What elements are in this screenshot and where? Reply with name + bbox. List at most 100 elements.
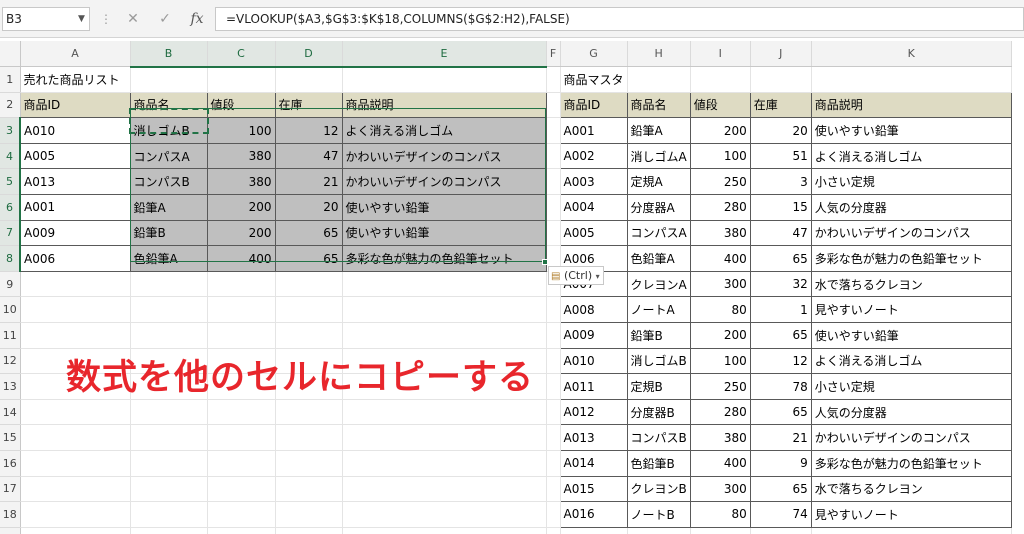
master-cell[interactable]: 鉛筆A <box>626 117 691 144</box>
column-header-i[interactable]: I <box>690 41 751 68</box>
cell[interactable] <box>207 399 276 426</box>
sold-list-cell[interactable]: A013 <box>19 168 131 196</box>
row-header-9[interactable]: 9 <box>0 271 21 298</box>
master-cell[interactable]: かわいいデザインのコンパス <box>810 219 1012 247</box>
cell[interactable] <box>130 296 208 324</box>
master-header-cell[interactable]: 商品ID <box>559 91 628 119</box>
cell-f[interactable] <box>546 194 561 221</box>
cell[interactable] <box>342 296 547 324</box>
column-header-j[interactable]: J <box>750 41 812 68</box>
cell[interactable] <box>342 66 547 93</box>
master-cell[interactable]: クレヨンA <box>626 270 691 298</box>
master-cell[interactable]: 使いやすい鉛筆 <box>810 117 1012 144</box>
master-cell[interactable]: かわいいデザインのコンパス <box>810 424 1012 451</box>
master-cell[interactable]: よく消える消しゴム <box>810 142 1012 170</box>
cell[interactable] <box>275 450 343 477</box>
master-cell[interactable]: A001 <box>559 117 628 144</box>
master-cell[interactable]: 色鉛筆B <box>626 450 691 477</box>
cell[interactable] <box>627 66 691 93</box>
fill-handle[interactable] <box>542 259 548 265</box>
cell[interactable] <box>811 66 1012 93</box>
enter-icon[interactable]: ✓ <box>156 8 174 30</box>
cell[interactable] <box>750 527 812 534</box>
master-header-cell[interactable]: 商品名 <box>626 91 691 119</box>
master-cell[interactable]: 100 <box>689 347 751 375</box>
master-cell[interactable]: 多彩な色が魅力の色鉛筆セット <box>810 245 1012 272</box>
column-header-k[interactable]: K <box>811 41 1012 68</box>
column-header-c[interactable]: C <box>207 41 276 68</box>
master-cell[interactable]: 250 <box>689 373 751 400</box>
cell[interactable] <box>207 66 276 93</box>
column-header-d[interactable]: D <box>275 41 343 68</box>
cell[interactable] <box>207 424 276 451</box>
row-header-3[interactable]: 3 <box>0 117 21 144</box>
cell[interactable] <box>342 271 547 298</box>
sold-list-header-cell[interactable]: 商品名 <box>129 91 208 119</box>
master-cell[interactable]: 15 <box>749 194 812 221</box>
cell[interactable] <box>275 399 343 426</box>
sold-list-cell[interactable]: コンパスA <box>129 142 208 170</box>
cell[interactable] <box>20 527 131 534</box>
master-cell[interactable]: A016 <box>559 501 628 528</box>
master-cell[interactable]: A010 <box>559 347 628 375</box>
cell-f[interactable] <box>546 424 561 451</box>
sold-list-cell[interactable]: 380 <box>206 168 276 196</box>
row-header-2[interactable]: 2 <box>0 92 21 119</box>
master-cell[interactable]: ノートA <box>626 296 691 324</box>
cell[interactable] <box>207 322 276 349</box>
cell[interactable] <box>342 424 547 451</box>
column-header-e[interactable]: E <box>342 41 547 68</box>
sold-list-cell[interactable]: A009 <box>19 219 131 247</box>
master-cell[interactable]: 80 <box>689 296 751 324</box>
select-all-corner[interactable] <box>0 41 21 68</box>
master-cell[interactable]: 400 <box>689 450 751 477</box>
master-cell[interactable]: 人気の分度器 <box>810 194 1012 221</box>
cell-f[interactable] <box>546 66 561 93</box>
column-header-h[interactable]: H <box>627 41 691 68</box>
sold-list-cell[interactable]: 20 <box>274 194 343 221</box>
cell[interactable] <box>207 271 276 298</box>
master-cell[interactable]: 300 <box>689 475 751 503</box>
cell[interactable] <box>130 476 208 503</box>
cell[interactable] <box>627 527 691 534</box>
sold-list-cell[interactable]: A006 <box>19 245 131 272</box>
master-cell[interactable]: 200 <box>689 322 751 349</box>
master-cell[interactable]: 65 <box>749 322 812 349</box>
sold-list-cell[interactable]: 21 <box>274 168 343 196</box>
master-cell[interactable]: 51 <box>749 142 812 170</box>
cell[interactable] <box>130 66 208 93</box>
cell[interactable] <box>690 66 751 93</box>
cell-f[interactable] <box>546 450 561 477</box>
sold-list-cell[interactable]: A010 <box>19 117 131 144</box>
cell[interactable] <box>130 501 208 528</box>
cell[interactable] <box>342 476 547 503</box>
cell[interactable] <box>342 322 547 349</box>
master-cell[interactable]: A013 <box>559 424 628 451</box>
cell[interactable] <box>275 501 343 528</box>
master-cell[interactable]: 32 <box>749 270 812 298</box>
row-header-6[interactable]: 6 <box>0 194 21 221</box>
master-cell[interactable]: 水で落ちるクレヨン <box>810 475 1012 503</box>
sold-list-cell[interactable]: 12 <box>274 117 343 144</box>
sold-list-cell[interactable]: 100 <box>206 117 276 144</box>
master-cell[interactable]: 使いやすい鉛筆 <box>810 322 1012 349</box>
cell[interactable] <box>275 527 343 534</box>
master-cell[interactable]: 65 <box>749 475 812 503</box>
cell[interactable] <box>207 527 276 534</box>
cell[interactable] <box>275 296 343 324</box>
master-cell[interactable]: 80 <box>689 501 751 528</box>
master-cell[interactable]: 定規A <box>626 168 691 196</box>
cell[interactable] <box>275 271 343 298</box>
master-cell[interactable]: 380 <box>689 219 751 247</box>
cell-f[interactable] <box>546 168 561 196</box>
sold-list-header-cell[interactable]: 在庫 <box>274 91 343 119</box>
cell-f[interactable] <box>546 373 561 400</box>
master-cell[interactable]: 消しゴムB <box>626 347 691 375</box>
master-cell[interactable]: ノートB <box>626 501 691 528</box>
column-header-f[interactable]: F <box>546 41 561 68</box>
cell[interactable] <box>342 450 547 477</box>
master-cell[interactable]: 9 <box>749 450 812 477</box>
master-cell[interactable]: A003 <box>559 168 628 196</box>
cell[interactable] <box>207 296 276 324</box>
master-cell[interactable]: 20 <box>749 117 812 144</box>
